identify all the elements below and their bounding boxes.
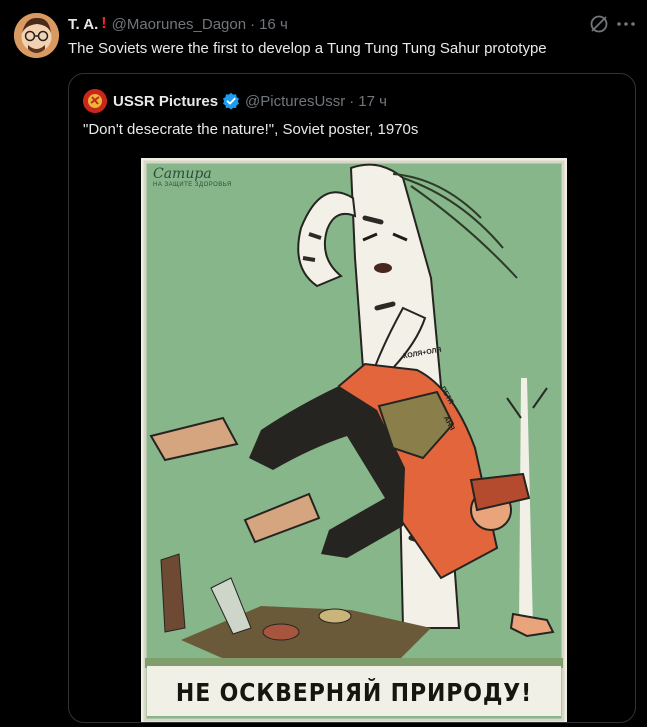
author-handle[interactable]: @Maorunes_Dagon [112,16,246,33]
quoted-tweet-time[interactable]: 17 ч [358,93,387,110]
author-name[interactable]: T. A. [68,16,98,33]
quoted-author-handle[interactable]: @PicturesUssr [245,93,345,110]
tweet-text: The Soviets were the first to develop a … [68,40,547,57]
quoted-tweet-card[interactable]: USSR Pictures @PicturesUssr · 17 ч "Don'… [68,73,636,723]
quoted-tweet-text: "Don't desecrate the nature!", Soviet po… [83,121,419,138]
grok-icon[interactable] [588,13,610,35]
poster-illustration [143,160,565,722]
poster-corner-title: Сатира [153,166,212,182]
poster-caption: НЕ ОСКВЕРНЯЙ ПРИРОДУ! [175,678,533,707]
poster-image[interactable]: Сатира НА ЗАЩИТЕ ЗДОРОВЬЯ КОЛЯ+ОЛЯ ПЕТЯ … [141,158,567,722]
verified-badge-icon [223,92,240,110]
author-row: T. A. ! @Maorunes_Dagon · 16 ч [68,14,288,34]
quoted-author-avatar[interactable] [83,89,107,113]
exclamation-badge: ! [101,15,107,32]
quoted-author-row: USSR Pictures @PicturesUssr · 17 ч [113,90,387,112]
quoted-author-name[interactable]: USSR Pictures [113,93,218,110]
tweet-time[interactable]: 16 ч [259,16,288,33]
separator-dot: · [250,15,256,33]
more-icon[interactable] [615,13,637,35]
poster-corner-subtitle: НА ЗАЩИТЕ ЗДОРОВЬЯ [153,182,232,188]
author-avatar[interactable] [14,13,59,58]
separator-dot: · [349,92,355,110]
